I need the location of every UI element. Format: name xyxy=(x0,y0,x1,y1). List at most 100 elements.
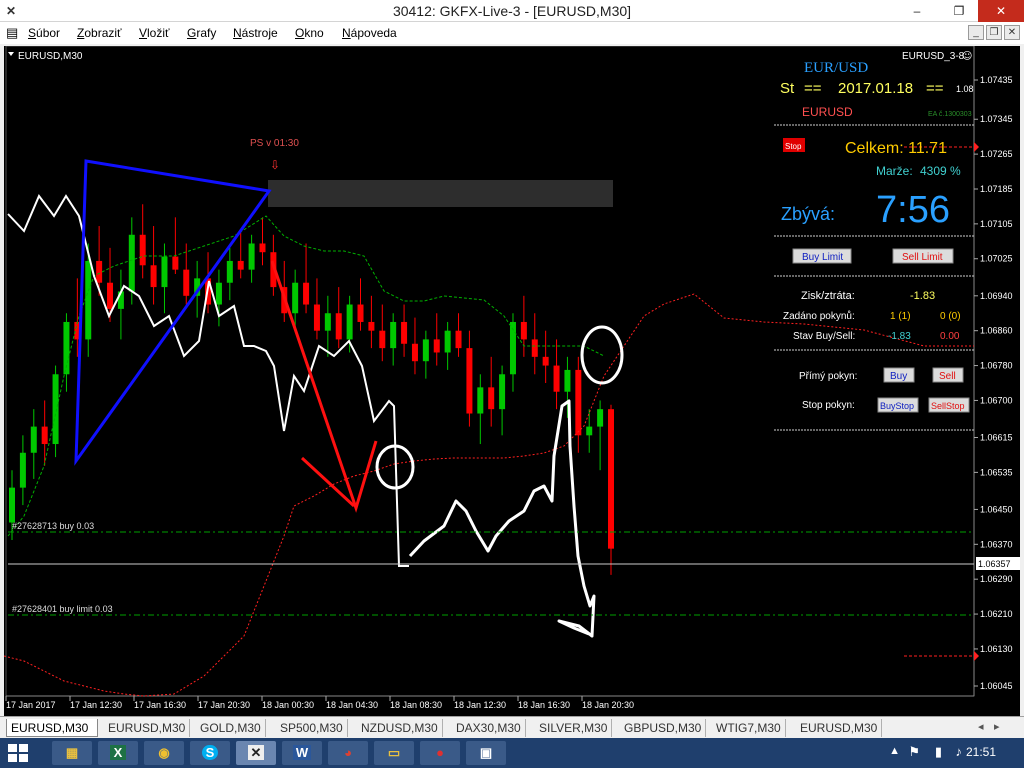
buystop-button[interactable]: BuyStop xyxy=(880,401,914,411)
candle-body xyxy=(466,348,473,414)
candle-body xyxy=(422,339,429,362)
candle-body xyxy=(597,409,604,427)
media-icon[interactable]: ● xyxy=(420,741,460,765)
supply-zone xyxy=(268,180,613,207)
panel-day: St xyxy=(780,80,795,97)
price-axis: 1.07435 1.07345 1.07265 1.07185 1.07105 1.070… xyxy=(974,75,1013,691)
menu-tools[interactable]: Nástroje xyxy=(233,26,278,40)
candle-body xyxy=(531,339,538,357)
menu-help[interactable]: Nápoveda xyxy=(342,26,397,40)
price-tick-label: 1.06860 xyxy=(980,326,1013,336)
indicator-line xyxy=(4,293,974,697)
menu-charts[interactable]: Grafy xyxy=(187,26,216,40)
paint-icon[interactable]: ▣ xyxy=(466,741,506,765)
chevron-down-icon[interactable] xyxy=(8,52,14,56)
sell-button[interactable]: Sell xyxy=(939,371,956,382)
document-icon[interactable]: ▤ xyxy=(6,25,18,41)
mdi-close-button[interactable]: ✕ xyxy=(1004,25,1020,40)
tray-chevron-icon[interactable]: ▲ xyxy=(889,745,900,757)
time-axis: 17 Jan 2017 17 Jan 12:30 17 Jan 16:30 17 Ja… xyxy=(5,696,634,710)
time-tick-label: 17 Jan 16:30 xyxy=(134,700,186,710)
sell-limit-button[interactable]: Sell Limit xyxy=(902,252,943,263)
finance-icon[interactable]: ◉ xyxy=(144,741,184,765)
candle-body xyxy=(433,339,440,353)
mdi-minimize-button[interactable]: _ xyxy=(968,25,984,40)
ps-label: PS v 01:30 xyxy=(250,138,299,149)
flag-icon[interactable]: ⚑ xyxy=(908,744,920,760)
pl-value: -1.83 xyxy=(910,290,935,302)
tab-gbpusd-m30[interactable]: GBPUSD,M30 xyxy=(620,719,707,737)
title-bar: ✕ 30412: GKFX-Live-3 - [EURUSD,M30] – ❐ … xyxy=(0,0,1024,22)
price-tick-label: 1.07105 xyxy=(980,219,1013,229)
mdi-restore-button[interactable]: ❐ xyxy=(986,25,1002,40)
panel-version: 1.08 xyxy=(956,84,974,94)
smiley-icon: ☺ xyxy=(962,51,972,62)
candle-body xyxy=(139,234,146,266)
time-tick-label: 17 Jan 12:30 xyxy=(70,700,122,710)
panel-date: 2017.01.18 xyxy=(838,80,913,97)
panel-margin-label: Marže: xyxy=(876,164,913,178)
time-tick-label: 18 Jan 20:30 xyxy=(582,700,634,710)
tab-dax30-m30[interactable]: DAX30,M30 xyxy=(452,719,526,737)
candles xyxy=(9,204,614,575)
price-tick-label: 1.07435 xyxy=(980,75,1013,85)
price-tick-label: 1.06940 xyxy=(980,291,1013,301)
volume-icon[interactable]: ♪ xyxy=(956,744,963,759)
tab-gold-m30[interactable]: GOLD,M30 xyxy=(196,719,266,737)
tab-eurusd-m30[interactable]: EURUSD,M30 xyxy=(6,719,98,737)
panel-sep-2: == xyxy=(926,80,944,97)
menu-file[interactable]: Súbor xyxy=(28,26,60,40)
minimize-button[interactable]: – xyxy=(902,0,932,22)
candle-body xyxy=(411,343,418,362)
tab-nzdusd-m30[interactable]: NZDUSD,M30 xyxy=(357,719,443,737)
tabs-scroll-right-icon[interactable]: ▸ xyxy=(994,720,1000,733)
candle-body xyxy=(379,330,386,349)
buy-button[interactable]: Buy xyxy=(890,371,907,382)
skype-icon[interactable]: S xyxy=(190,741,230,765)
excel-icon[interactable]: X xyxy=(98,741,138,765)
menu-view[interactable]: Zobraziť xyxy=(77,26,122,40)
buy-order-label: #27628713 buy 0.03 xyxy=(12,521,94,531)
chart-symbol-label: EURUSD,M30 xyxy=(18,51,83,62)
price-tick-label: 1.06370 xyxy=(980,539,1013,549)
tab-eurusd-m30-3[interactable]: EURUSD,M30 xyxy=(796,719,883,737)
chart-area[interactable]: EURUSD,M30 EURUSD_3-8 ☺ PS v 01:30 ⇩ #27… xyxy=(4,46,1020,716)
blue-triangle xyxy=(74,159,272,466)
candle-body xyxy=(542,356,549,366)
tab-wtig7-m30[interactable]: WTIG7,M30 xyxy=(712,719,786,737)
pl-label: Zisk/ztráta: xyxy=(801,290,855,302)
chrome-icon[interactable]: ◕ xyxy=(328,741,368,765)
network-icon[interactable]: ▮ xyxy=(935,744,942,760)
price-tick-label: 1.06450 xyxy=(980,504,1013,514)
symbol-tabs: EURUSD,M30 EURUSD,M30 GOLD,M30 SP500,M30… xyxy=(0,716,1024,738)
time-tick-label: 18 Jan 08:30 xyxy=(390,700,442,710)
candle-body xyxy=(96,260,103,283)
explorer-icon[interactable]: ▭ xyxy=(374,741,414,765)
tabs-scroll-left-icon[interactable]: ◂ xyxy=(978,720,984,733)
price-tick-label: 1.06210 xyxy=(980,609,1013,619)
windows-start-icon[interactable] xyxy=(8,744,28,762)
price-tick-label: 1.06130 xyxy=(980,644,1013,654)
clock[interactable]: 21:51 xyxy=(966,745,996,759)
buy-limit-button[interactable]: Buy Limit xyxy=(802,252,843,263)
candle-body xyxy=(150,265,157,288)
tab-eurusd-m30-2[interactable]: EURUSD,M30 xyxy=(104,719,191,737)
candle-body xyxy=(172,256,179,270)
menu-insert[interactable]: Vložiť xyxy=(139,26,170,40)
candle-body xyxy=(586,426,593,436)
word-icon[interactable]: W xyxy=(282,741,322,765)
stop-button[interactable]: Stop xyxy=(785,142,802,151)
panel-remaining-label: Zbývá: xyxy=(781,204,835,224)
candle-body xyxy=(368,321,375,331)
menu-window[interactable]: Okno xyxy=(295,26,324,40)
price-tick-label: 1.06290 xyxy=(980,574,1013,584)
folder-icon[interactable]: ▦ xyxy=(52,741,92,765)
tab-silver-m30[interactable]: SILVER,M30 xyxy=(535,719,613,737)
restore-button[interactable]: ❐ xyxy=(944,0,974,22)
metatrader-icon[interactable]: ✕ xyxy=(236,741,276,765)
close-button[interactable]: ✕ xyxy=(978,0,1024,22)
down-arrow-icon: ⇩ xyxy=(270,158,280,172)
sellstop-button[interactable]: SellStop xyxy=(931,401,965,411)
tab-sp500-m30[interactable]: SP500,M30 xyxy=(276,719,348,737)
candle-body xyxy=(183,269,190,296)
